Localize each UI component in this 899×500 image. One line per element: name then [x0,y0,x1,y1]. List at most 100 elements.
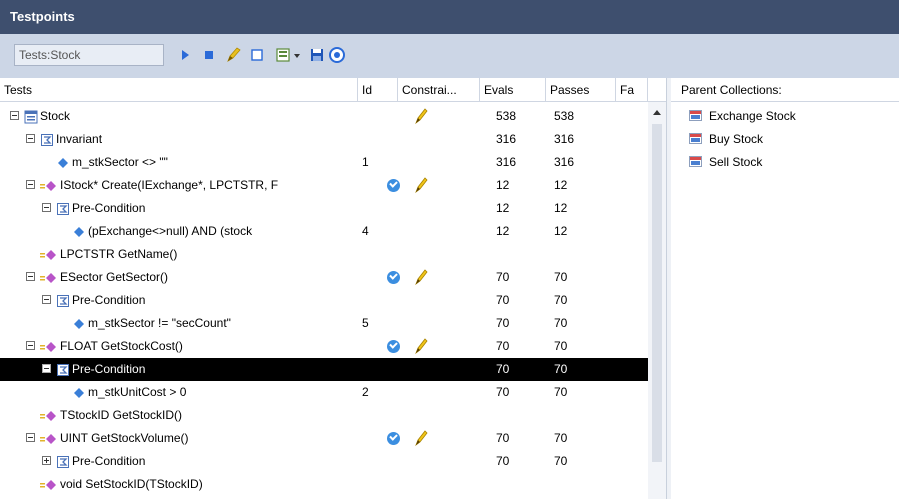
collapse-icon[interactable] [26,341,35,350]
evals-value: 70 [496,339,510,353]
test-label: m_stkSector != "secCount" [88,316,231,330]
record-icon[interactable] [274,46,292,64]
evals-value: 70 [496,454,510,468]
column-header-tests[interactable]: Tests [0,78,358,102]
column-header-evals[interactable]: Evals [480,78,546,102]
passes-value: 70 [554,454,568,468]
scope-field[interactable]: Tests:Stock [14,44,164,66]
collection-icon [689,110,702,121]
evals-value: 12 [496,224,510,238]
table-row[interactable]: m_stkSector <> "" 1 316 316 [0,151,648,174]
table-row[interactable]: void SetStockID(TStockID) [0,473,648,496]
toolbar: Tests:Stock [0,34,899,78]
test-id: 1 [362,155,369,169]
column-header-passes[interactable]: Passes [546,78,616,102]
save-icon[interactable] [308,46,326,64]
operation-icon [40,477,58,500]
passes-value [554,243,604,266]
parent-collection-item[interactable]: Exchange Stock [689,105,796,127]
test-id [362,289,392,312]
table-row[interactable]: TStockID GetStockID() [0,404,648,427]
help-icon[interactable] [328,46,346,64]
collapse-icon[interactable] [26,433,35,442]
test-label: ESector GetSector() [60,270,169,284]
scroll-up-icon[interactable] [652,108,662,116]
test-id: 2 [362,385,369,399]
test-id [362,243,392,266]
table-row[interactable]: ESector GetSector() 70 70 [0,266,648,289]
evals-value [496,243,540,266]
check-icon [387,271,400,284]
evals-value: 70 [496,316,510,330]
passes-value: 70 [554,362,568,376]
tests-pane: Tests Id Constrai... Evals Passes Fa Sto… [0,78,666,499]
collection-icon [689,156,702,167]
test-label: IStock* Create(IExchange*, LPCTSTR, F [60,178,279,192]
column-header-constraints[interactable]: Constrai... [398,78,480,102]
passes-value: 70 [554,293,568,307]
stop-icon[interactable] [200,46,218,64]
table-row[interactable]: m_stkSector != "secCount" 5 70 70 [0,312,648,335]
passes-value [554,404,604,427]
test-label: m_stkUnitCost > 0 [88,385,187,399]
parent-collection-item[interactable]: Buy Stock [689,128,764,150]
evals-value: 12 [496,201,510,215]
test-label: FLOAT GetStockCost() [60,339,183,353]
parent-collection-label: Exchange Stock [709,109,796,123]
checkbox-icon[interactable] [248,46,266,64]
passes-value [554,473,604,496]
collapse-icon[interactable] [26,180,35,189]
evals-value: 316 [496,155,517,169]
passes-value: 70 [554,270,568,284]
passes-value: 12 [554,178,568,192]
table-row[interactable]: Stock 538 538 [0,105,648,128]
test-label: m_stkSector <> "" [72,155,168,169]
collapse-icon[interactable] [26,134,35,143]
collapse-icon[interactable] [42,203,51,212]
table-row[interactable]: Pre-Condition 12 12 [0,197,648,220]
evals-value: 12 [496,178,510,192]
table-row[interactable]: (pExchange<>null) AND (stock 4 12 12 [0,220,648,243]
dropdown-arrow-icon[interactable] [292,46,302,64]
scrollbar-thumb[interactable] [652,124,662,462]
table-row[interactable]: LPCTSTR GetName() [0,243,648,266]
collection-icon [689,133,702,144]
passes-value: 70 [554,316,568,330]
collapse-icon[interactable] [42,364,51,373]
edit-icon[interactable] [224,46,242,64]
collapse-icon[interactable] [26,272,35,281]
expand-icon[interactable] [42,456,51,465]
check-icon [387,340,400,353]
passes-value: 12 [554,224,568,238]
table-row[interactable]: IStock* Create(IExchange*, LPCTSTR, F 12 1… [0,174,648,197]
table-row[interactable]: Pre-Condition 70 70 [0,450,648,473]
test-id [362,358,392,381]
table-row[interactable]: UINT GetStockVolume() 70 70 [0,427,648,450]
passes-value: 70 [554,339,568,353]
table-row[interactable]: Pre-Condition 70 70 [0,358,648,381]
test-label: (pExchange<>null) AND (stock [88,224,253,238]
evals-value: 70 [496,293,510,307]
table-row[interactable]: FLOAT GetStockCost() 70 70 [0,335,648,358]
run-icon[interactable] [176,46,194,64]
passes-value: 316 [554,155,575,169]
table-row[interactable]: Pre-Condition 70 70 [0,289,648,312]
parent-collection-item[interactable]: Sell Stock [689,151,762,173]
table-row[interactable]: Invariant 316 316 [0,128,648,151]
evals-value [496,404,540,427]
test-label: void SetStockID(TStockID) [60,477,203,491]
column-header-id[interactable]: Id [358,78,398,102]
table-row[interactable]: m_stkUnitCost > 0 2 70 70 [0,381,648,404]
test-id [362,128,392,151]
header-spacer [648,78,666,102]
collapse-icon[interactable] [42,295,51,304]
test-id [362,404,392,427]
vertical-scrollbar[interactable] [648,102,666,499]
passes-value: 70 [554,431,568,445]
parent-collection-label: Buy Stock [709,132,764,146]
passes-value: 538 [554,109,575,123]
test-label: TStockID GetStockID() [60,408,183,422]
collapse-icon[interactable] [10,111,19,120]
column-header-fails[interactable]: Fa [616,78,648,102]
test-label: Invariant [56,132,103,146]
